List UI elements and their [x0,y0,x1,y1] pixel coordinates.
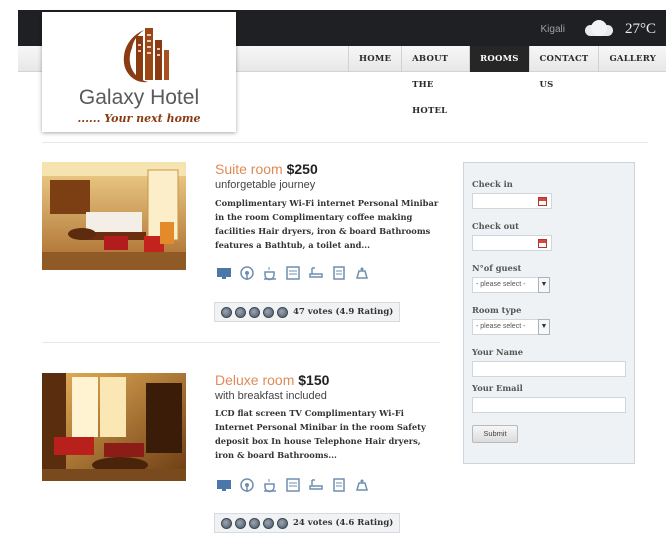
check-out-label: Check out [472,221,520,231]
rating-star-icon[interactable] [249,306,260,318]
safe-icon [331,477,347,493]
rating-text: 47 votes (4.9 Rating) [293,307,394,317]
deluxe-room-image [42,373,186,481]
rating-bar[interactable]: 47 votes (4.9 Rating) [214,302,401,322]
email-label: Your Email [472,383,523,393]
coffee-icon [262,265,278,281]
rating-star-icon[interactable] [235,306,246,318]
nav-about-the-hotel[interactable]: ABOUT THE HOTEL [401,46,469,116]
guests-select-value: - please select - [476,281,526,288]
amenities-list [216,265,370,281]
calendar-icon[interactable] [538,197,547,206]
chevron-down-icon[interactable]: ▼ [538,319,550,335]
weather-temperature: 27°C [624,20,656,37]
room-name: Deluxe room [215,372,295,388]
bathtub-icon [308,477,324,493]
rating-star-icon[interactable] [277,517,288,529]
partly-cloudy-icon [579,20,617,38]
rating-star-icon[interactable] [277,306,288,318]
main-nav: HOME ABOUT THE HOTEL ROOMS CONTACT US GA… [348,46,666,116]
room-price: $150 [298,372,330,388]
room-type-select[interactable]: - please select - ▼ [472,319,550,335]
submit-button[interactable]: Submit [472,425,518,443]
deluxe-room-title[interactable]: Deluxe room $150 [215,372,329,388]
hotel-logo[interactable]: Galaxy Hotel ...... Your next home [42,12,236,132]
weather-widget: Kigali 27°C [541,20,656,38]
room-description: Complimentary Wi-Fi internet Personal Mi… [215,198,439,250]
rating-text: 24 votes (4.6 Rating) [293,518,394,528]
nav-gallery[interactable]: GALLERY [598,46,666,72]
room-name: Suite room [215,161,283,177]
chevron-down-icon[interactable]: ▼ [538,277,550,293]
safe-icon [331,265,347,281]
room-subtitle: with breakfast included [215,390,327,402]
name-field[interactable] [472,361,626,377]
minibar-icon [285,477,301,493]
service-icon [354,265,370,281]
suite-room-photo[interactable] [42,162,186,270]
bathtub-icon [308,265,324,281]
guests-select[interactable]: - please select - ▼ [472,277,550,293]
amenities-list [216,477,370,493]
nav-contact-us[interactable]: CONTACT US [528,46,599,90]
coffee-icon [262,477,278,493]
hotel-tagline: ...... Your next home [77,112,201,125]
rating-star-icon[interactable] [235,517,246,529]
hotel-name: Galaxy Hotel [78,86,200,109]
suite-room-title[interactable]: Suite room $250 [215,161,318,177]
minibar-icon [285,265,301,281]
rating-star-icon[interactable] [263,517,274,529]
weather-city: Kigali [540,23,565,35]
room-subtitle: unforgetable journey [215,179,316,191]
nav-rooms[interactable]: ROOMS [469,46,529,72]
rating-star-icon[interactable] [221,306,232,318]
rating-star-icon[interactable] [249,517,260,529]
wifi-icon [239,477,255,493]
room-type-label: Room type [472,305,522,315]
suite-room-image [42,162,186,270]
booking-form: Check in Check out N°of guest - please s… [463,162,635,464]
nav-home[interactable]: HOME [348,46,401,72]
divider [42,342,440,343]
check-in-label: Check in [472,179,513,189]
room-description: LCD flat screen TV Complimentary Wi-Fi I… [215,408,426,460]
guests-label: N°of guest [472,263,522,273]
rating-bar[interactable]: 24 votes (4.6 Rating) [214,513,401,533]
room-type-select-value: - please select - [476,323,526,330]
tv-icon [216,265,232,281]
email-field[interactable] [472,397,626,413]
wifi-icon [239,265,255,281]
rating-star-icon[interactable] [221,517,232,529]
rating-star-icon[interactable] [263,306,274,318]
building-logo-icon [123,28,169,83]
room-price: $250 [286,161,318,177]
deluxe-room-photo[interactable] [42,373,186,481]
divider [42,142,648,143]
tv-icon [216,477,232,493]
calendar-icon[interactable] [538,239,547,248]
name-label: Your Name [472,347,524,357]
service-icon [354,477,370,493]
